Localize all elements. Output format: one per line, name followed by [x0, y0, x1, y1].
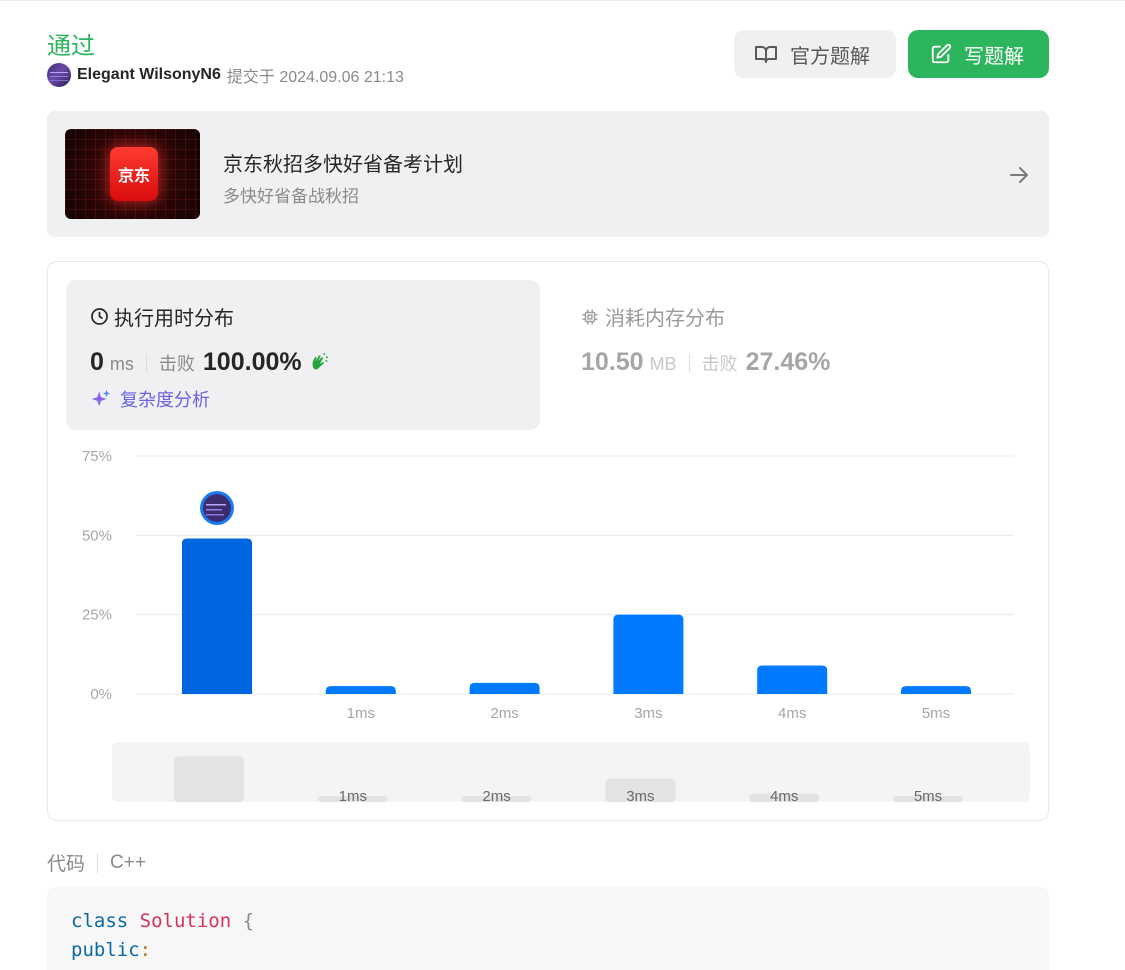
x-tick-label: 3ms: [634, 705, 662, 722]
overview-tick-label: 5ms: [914, 788, 942, 805]
top-divider: [0, 0, 1125, 3]
overview-tick-label: 1ms: [339, 788, 367, 805]
code-header: 代码 C++: [47, 849, 146, 876]
x-tick-label: 2ms: [490, 705, 518, 722]
code-language: C++: [110, 851, 146, 873]
bar-5ms[interactable]: [901, 686, 971, 694]
book-icon: [755, 46, 777, 63]
code-line: class Solution {: [71, 910, 255, 932]
overview-tick-label: 2ms: [482, 788, 510, 805]
jd-logo: 京东: [110, 147, 158, 201]
bar-4ms[interactable]: [757, 665, 828, 694]
overview-tick-label: 4ms: [770, 788, 798, 805]
bar-1ms[interactable]: [325, 686, 396, 694]
y-tick-label: 50%: [82, 527, 112, 544]
write-solution-button[interactable]: 写题解: [908, 30, 1049, 78]
username[interactable]: Elegant WilsonyN6: [77, 66, 221, 84]
bar-0ms[interactable]: [182, 538, 252, 694]
official-solution-label: 官方题解: [790, 45, 870, 68]
write-solution-label: 写题解: [964, 45, 1024, 68]
bar-2ms[interactable]: [469, 682, 540, 694]
y-tick-label: 25%: [82, 607, 112, 624]
edit-icon: [931, 43, 952, 64]
promo-title: 京东秋招多快好省备考计划: [223, 154, 463, 176]
runtime-distribution-chart[interactable]: 0% 25% 50% 75% 1ms 2ms 3ms 4ms 5ms 1ms 2ms 3ms 4ms…: [48, 262, 1048, 820]
promo-image: 京东: [65, 129, 200, 219]
promo-subtitle: 多快好省备战秋招: [223, 187, 359, 206]
code-block[interactable]: class Solution { public:: [47, 887, 1049, 970]
code-label: 代码: [47, 854, 86, 875]
divider: [97, 852, 99, 873]
y-tick-label: 75%: [82, 448, 112, 465]
promo-banner[interactable]: 京东 京东秋招多快好省备考计划 多快好省备战秋招: [47, 111, 1049, 237]
y-tick-label: 0%: [90, 686, 112, 703]
avatar[interactable]: [47, 63, 71, 87]
overview-track[interactable]: [112, 742, 1030, 802]
x-tick-label: 4ms: [778, 705, 806, 722]
submitted-time: 提交于 2024.09.06 21:13: [226, 69, 404, 86]
submission-status: 通过: [47, 33, 95, 60]
official-solution-button[interactable]: 官方题解: [734, 30, 896, 78]
x-tick-label: 5ms: [922, 705, 950, 722]
submission-meta: Elegant WilsonyN6 提交于 2024.09.06 21:13: [47, 63, 404, 87]
arrow-right-icon[interactable]: [1007, 163, 1031, 187]
x-tick-label: 1ms: [347, 705, 375, 722]
code-line: public:: [71, 939, 152, 961]
bar-3ms[interactable]: [613, 614, 684, 694]
overview-bar: [174, 756, 244, 802]
stats-card: 执行用时分布 0 ms 击败 100.00% 复杂度分析 消耗内存分布 10.5…: [47, 261, 1049, 821]
overview-tick-label: 3ms: [626, 788, 654, 805]
user-avatar-marker: [203, 494, 231, 522]
